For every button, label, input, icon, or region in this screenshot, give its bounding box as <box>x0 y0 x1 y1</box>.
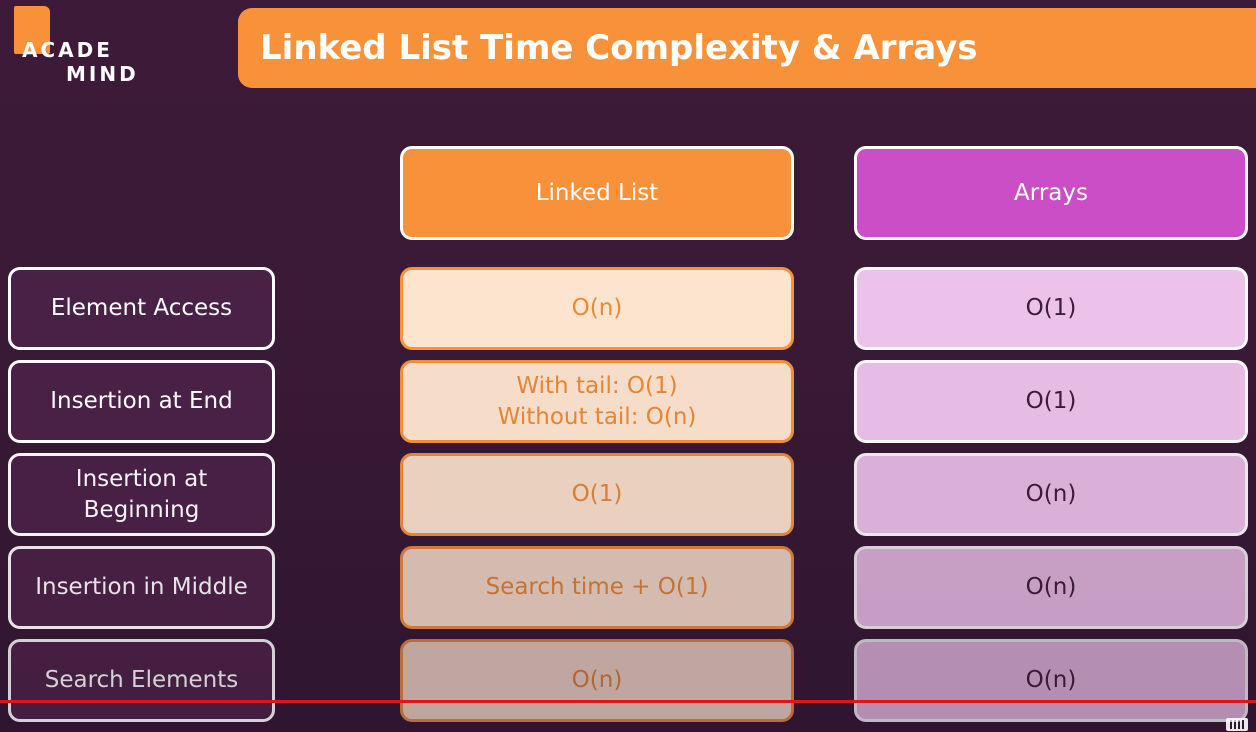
slide-title: Linked List Time Complexity & Arrays <box>260 28 978 68</box>
arrays-cell-insertion-at-beginning: O(n) <box>854 453 1248 536</box>
column-header-arrays: Arrays <box>854 146 1248 240</box>
arrays-cell-element-access: O(1) <box>854 267 1248 350</box>
row-label-search-elements: Search Elements <box>8 639 275 722</box>
column-header-linked-list-label: Linked List <box>535 179 659 206</box>
academind-logo: ACADE MIND <box>8 6 148 86</box>
row-label-text: Insertion at End <box>50 388 233 414</box>
column-header-linked-list: Linked List <box>400 146 794 240</box>
arrays-value: O(1) <box>1025 388 1077 414</box>
arrays-cell-insertion-at-end: O(1) <box>854 360 1248 443</box>
row-label-insertion-at-beginning: Insertion at Beginning <box>8 453 275 536</box>
linked-list-value: O(1) <box>571 481 623 507</box>
linked-list-cell-element-access: O(n) <box>400 267 794 350</box>
linked-list-cell-search-elements: O(n) <box>400 639 794 722</box>
linked-list-cell-insertion-in-middle: Search time + O(1) <box>400 546 794 629</box>
arrays-value: O(n) <box>1025 574 1077 600</box>
video-progress-bar[interactable] <box>0 700 1256 703</box>
row-label-element-access: Element Access <box>8 267 275 350</box>
arrays-value: O(n) <box>1025 481 1077 507</box>
title-banner: Linked List Time Complexity & Arrays <box>238 8 1256 88</box>
row-label-insertion-at-end: Insertion at End <box>8 360 275 443</box>
linked-list-cell-insertion-at-beginning: O(1) <box>400 453 794 536</box>
row-label-text: Insertion in Middle <box>35 574 248 600</box>
column-header-arrays-label: Arrays <box>1014 179 1088 206</box>
row-label-text: Insertion at Beginning <box>75 465 208 523</box>
linked-list-value: O(n) <box>571 295 623 321</box>
row-label-text: Search Elements <box>44 667 239 693</box>
logo-text-line2: MIND <box>66 62 139 86</box>
linked-list-value: With tail: O(1) Without tail: O(n) <box>497 372 697 430</box>
arrays-cell-search-elements: O(n) <box>854 639 1248 722</box>
arrays-cell-insertion-in-middle: O(n) <box>854 546 1248 629</box>
logo-text-line1: ACADE <box>22 38 113 62</box>
linked-list-value: Search time + O(1) <box>485 574 709 600</box>
arrays-value: O(1) <box>1025 295 1077 321</box>
row-label-insertion-in-middle: Insertion in Middle <box>8 546 275 629</box>
keyboard-icon[interactable] <box>1226 718 1248 731</box>
linked-list-value: O(n) <box>571 667 623 693</box>
row-label-text: Element Access <box>50 295 233 321</box>
linked-list-cell-insertion-at-end: With tail: O(1) Without tail: O(n) <box>400 360 794 443</box>
arrays-value: O(n) <box>1025 667 1077 693</box>
